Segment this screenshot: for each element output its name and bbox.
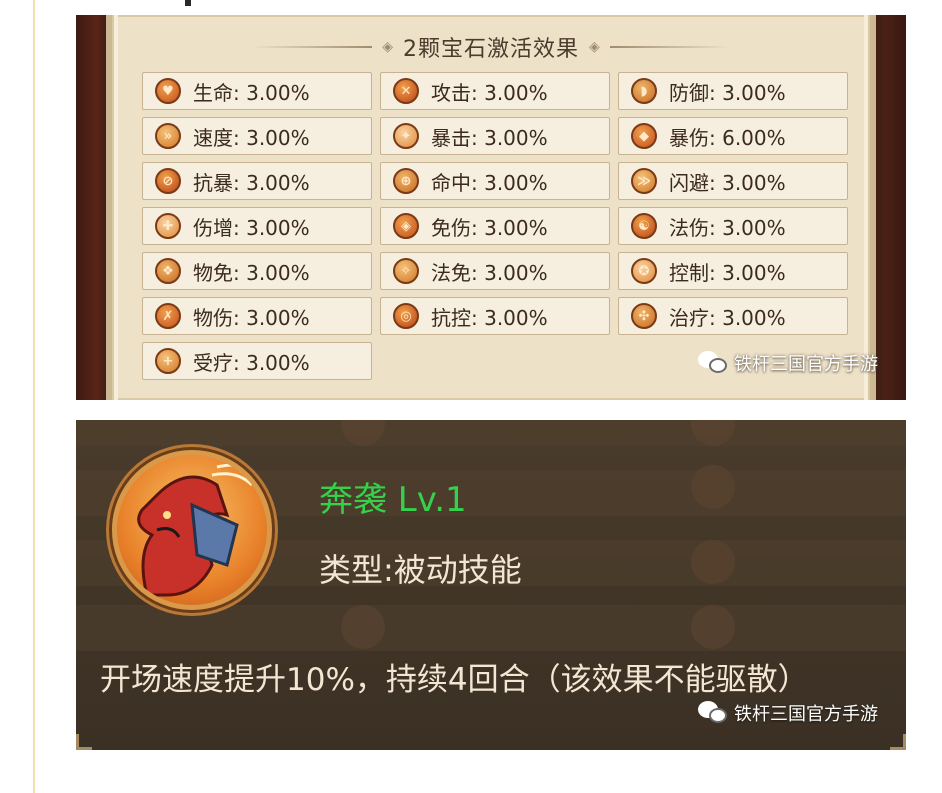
- skill-panel: 奔袭 Lv.1 类型:被动技能 开场速度提升10%，持续4回合（该效果不能驱散）…: [76, 420, 906, 750]
- heal-icon: ✣: [631, 303, 657, 329]
- effect-cell: ♥ 生命: 3.00%: [142, 72, 372, 110]
- parchment-background: ◈ 2颗宝石激活效果 ◈ ♥ 生命: 3.00% ✕ 攻击: 3.00% ◗ 防御: 3.…: [106, 15, 876, 400]
- physical-immunity-icon: ❖: [155, 258, 181, 284]
- background-row: [76, 605, 906, 651]
- effect-label: 物伤: 3.00%: [193, 305, 310, 330]
- title-divider-left: [252, 46, 373, 48]
- defense-icon: ◗: [631, 78, 657, 104]
- wechat-icon: [698, 701, 728, 725]
- effect-label: 暴伤: 6.00%: [669, 125, 786, 150]
- physical-damage-icon: ✗: [155, 303, 181, 329]
- effects-grid: ♥ 生命: 3.00% ✕ 攻击: 3.00% ◗ 防御: 3.00% » 速度: 3.00%…: [142, 72, 848, 380]
- background-icon: [341, 605, 385, 649]
- effect-label: 抗控: 3.00%: [431, 305, 548, 330]
- effect-cell: ✣ 治疗: 3.00%: [618, 297, 848, 335]
- effect-cell: ◆ 暴伤: 6.00%: [618, 117, 848, 155]
- effect-cell: ✧ 法免: 3.00%: [380, 252, 610, 290]
- panel-title: 2颗宝石激活效果: [403, 37, 579, 62]
- effect-cell: ✦ 暴击: 3.00%: [380, 117, 610, 155]
- control-resist-icon: ◎: [393, 303, 419, 329]
- attack-icon: ✕: [393, 78, 419, 104]
- watermark: 铁杆三国官方手游: [698, 700, 878, 726]
- wechat-icon: [698, 351, 728, 375]
- background-icon: [691, 540, 735, 584]
- parchment-edge-right: [864, 15, 868, 400]
- left-border-line: [33, 0, 35, 793]
- effect-label: 闪避: 3.00%: [669, 170, 786, 195]
- effect-label: 控制: 3.00%: [669, 260, 786, 285]
- gem-effects-panel: ◈ 2颗宝石激活效果 ◈ ♥ 生命: 3.00% ✕ 攻击: 3.00% ◗ 防御: 3.…: [76, 15, 906, 400]
- damage-reduction-icon: ◈: [393, 213, 419, 239]
- effect-label: 攻击: 3.00%: [431, 80, 548, 105]
- title-divider-right: [609, 46, 730, 48]
- dodge-icon: ≫: [631, 168, 657, 194]
- effect-cell: ✕ 攻击: 3.00%: [380, 72, 610, 110]
- effect-label: 物免: 3.00%: [193, 260, 310, 285]
- effect-label: 抗暴: 3.00%: [193, 170, 310, 195]
- effect-cell: ≫ 闪避: 3.00%: [618, 162, 848, 200]
- accuracy-icon: ⊕: [393, 168, 419, 194]
- effect-label: 暴击: 3.00%: [431, 125, 548, 150]
- top-decoration: [185, 0, 191, 6]
- effect-label: 防御: 3.00%: [669, 80, 786, 105]
- effect-cell: ✗ 物伤: 3.00%: [142, 297, 372, 335]
- effect-cell: ⊘ 抗暴: 3.00%: [142, 162, 372, 200]
- effect-cell: ☯ 法伤: 3.00%: [618, 207, 848, 245]
- corner-ornament: [890, 734, 906, 750]
- crit-resist-icon: ⊘: [155, 168, 181, 194]
- parchment-edge-left: [114, 15, 118, 400]
- diamond-ornament-icon: ◈: [589, 39, 600, 55]
- background-icon: [691, 605, 735, 649]
- effect-label: 速度: 3.00%: [193, 125, 310, 150]
- diamond-ornament-icon: ◈: [382, 39, 393, 55]
- effect-cell: ◗ 防御: 3.00%: [618, 72, 848, 110]
- heart-icon: ♥: [155, 78, 181, 104]
- effect-label: 法免: 3.00%: [431, 260, 548, 285]
- effect-label: 伤增: 3.00%: [193, 215, 310, 240]
- watermark-text: 铁杆三国官方手游: [734, 354, 878, 375]
- effect-cell: ✪ 控制: 3.00%: [618, 252, 848, 290]
- effect-cell: ◎ 抗控: 3.00%: [380, 297, 610, 335]
- watermark-text: 铁杆三国官方手游: [734, 704, 878, 725]
- magic-immunity-icon: ✧: [393, 258, 419, 284]
- effect-label: 受疗: 3.00%: [193, 350, 310, 375]
- effect-cell: ✚ 伤增: 3.00%: [142, 207, 372, 245]
- effect-label: 治疗: 3.00%: [669, 305, 786, 330]
- horse-icon: [137, 463, 264, 597]
- effect-cell: + 受疗: 3.00%: [142, 342, 372, 380]
- skill-description: 开场速度提升10%，持续4回合（该效果不能驱散）: [100, 662, 809, 698]
- control-icon: ✪: [631, 258, 657, 284]
- background-row: [76, 420, 906, 446]
- corner-ornament: [76, 734, 92, 750]
- background-icon: [691, 465, 735, 509]
- received-heal-icon: +: [155, 348, 181, 374]
- crit-damage-icon: ◆: [631, 123, 657, 149]
- effect-cell: ◈ 免伤: 3.00%: [380, 207, 610, 245]
- watermark: 铁杆三国官方手游: [698, 350, 878, 376]
- effect-label: 生命: 3.00%: [193, 80, 310, 105]
- skill-type: 类型:被动技能: [319, 551, 522, 589]
- damage-boost-icon: ✚: [155, 213, 181, 239]
- crit-icon: ✦: [393, 123, 419, 149]
- effect-label: 法伤: 3.00%: [669, 215, 786, 240]
- skill-portrait: [112, 450, 272, 610]
- effect-cell: » 速度: 3.00%: [142, 117, 372, 155]
- panel-title-row: ◈ 2颗宝石激活效果 ◈: [112, 31, 870, 63]
- speed-icon: »: [155, 123, 181, 149]
- effect-label: 免伤: 3.00%: [431, 215, 548, 240]
- effect-label: 命中: 3.00%: [431, 170, 548, 195]
- effect-cell: ⊕ 命中: 3.00%: [380, 162, 610, 200]
- effect-cell: ❖ 物免: 3.00%: [142, 252, 372, 290]
- magic-damage-icon: ☯: [631, 213, 657, 239]
- skill-name: 奔袭 Lv.1: [319, 480, 467, 520]
